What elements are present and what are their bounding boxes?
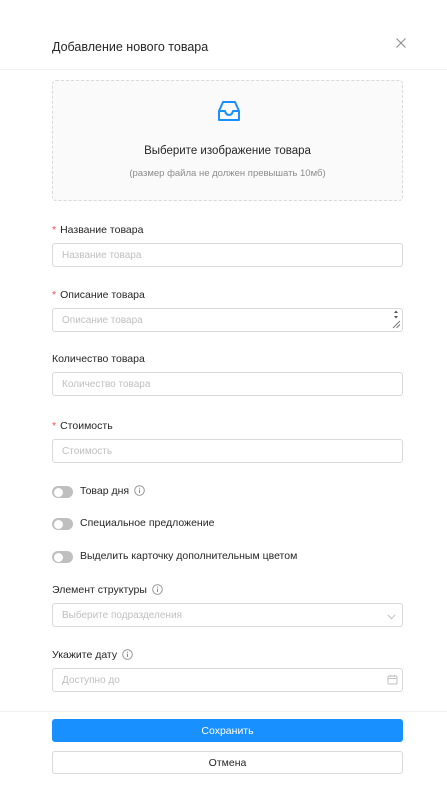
special-offer-toggle[interactable]: [52, 518, 73, 530]
date-label: Укажите дату: [52, 649, 133, 661]
save-button[interactable]: Сохранить: [52, 719, 403, 742]
product-description-label: * Описание товара: [52, 289, 145, 301]
info-circle-icon[interactable]: [152, 584, 163, 595]
info-circle-icon[interactable]: [134, 485, 145, 496]
toggle-knob: [53, 552, 63, 562]
textarea-resize-handle[interactable]: [390, 309, 402, 330]
required-mark: *: [52, 420, 57, 432]
modal-title: Добавление нового товара: [52, 40, 209, 54]
image-upload-dropzone[interactable]: Выберите изображение товара (размер файл…: [52, 80, 403, 201]
highlight-color-label: Выделить карточку дополнительным цветом: [80, 550, 298, 562]
upload-hint: (размер файла не должен превышать 10мб): [129, 168, 326, 179]
product-of-day-toggle[interactable]: [52, 486, 73, 498]
structure-element-label: Элемент структуры: [52, 584, 163, 596]
structure-select-placeholder: Выберите подразделения: [62, 610, 182, 621]
toggle-knob: [53, 487, 63, 497]
upload-text: Выберите изображение товара: [144, 145, 311, 157]
date-picker-placeholder: Доступно до: [62, 675, 120, 686]
product-price-input[interactable]: [52, 439, 403, 463]
product-of-day-label: Товар дня: [80, 485, 145, 497]
product-description-textarea[interactable]: [52, 308, 403, 332]
highlight-color-toggle[interactable]: [52, 551, 73, 563]
inbox-icon: [215, 97, 243, 125]
calendar-icon: [387, 674, 398, 685]
close-icon[interactable]: [392, 34, 410, 52]
special-offer-label: Специальное предложение: [80, 517, 215, 529]
toggle-knob: [53, 519, 63, 529]
available-until-date-picker[interactable]: Доступно до: [52, 668, 403, 692]
required-mark: *: [52, 224, 57, 236]
required-mark: *: [52, 289, 57, 301]
product-quantity-label: Количество товара: [52, 353, 145, 365]
product-price-label: * Стоимость: [52, 420, 113, 432]
info-circle-icon[interactable]: [122, 649, 133, 660]
add-product-modal: Добавление нового товара Выберите изобра…: [0, 0, 447, 809]
product-name-input[interactable]: [52, 243, 403, 267]
chevron-down-icon: [387, 612, 396, 620]
product-name-label: * Название товара: [52, 224, 144, 236]
product-quantity-input[interactable]: [52, 372, 403, 396]
structure-element-select[interactable]: Выберите подразделения: [52, 603, 403, 627]
modal-header: Добавление нового товара: [0, 0, 447, 70]
cancel-button[interactable]: Отмена: [52, 751, 403, 774]
